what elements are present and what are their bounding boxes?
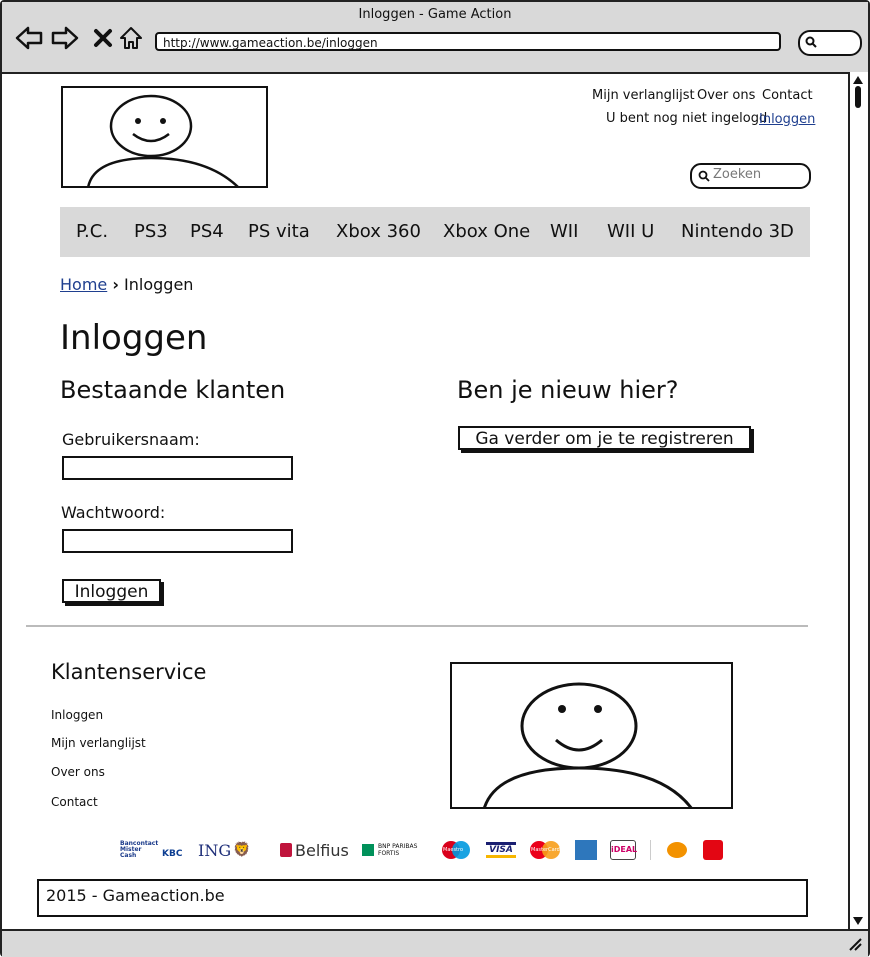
nav-item-nintendo-3d[interactable]: Nintendo 3D xyxy=(681,221,794,242)
username-input[interactable] xyxy=(62,456,293,480)
copyright-bar: 2015 - Gameaction.be xyxy=(37,879,808,917)
nav-item-pc[interactable]: P.C. xyxy=(76,221,108,242)
login-heading: Bestaande klanten xyxy=(60,376,286,404)
footer-image xyxy=(450,662,733,809)
bancontact-logo: Bancontact Mister Cash xyxy=(120,840,159,859)
footer-divider xyxy=(26,625,808,627)
top-link-contact[interactable]: Contact xyxy=(762,88,813,103)
password-input[interactable] xyxy=(62,529,293,553)
top-link-wishlist[interactable]: Mijn verlanglijst xyxy=(592,88,695,103)
search-icon xyxy=(805,36,817,48)
resize-grip-icon[interactable] xyxy=(848,937,862,951)
search-icon xyxy=(698,170,710,182)
back-icon[interactable] xyxy=(14,24,44,52)
nav-item-ps-vita[interactable]: PS vita xyxy=(248,221,310,242)
scroll-up-icon[interactable] xyxy=(853,76,863,84)
main-nav: P.C. PS3 PS4 PS vita Xbox 360 Xbox One W… xyxy=(60,207,810,257)
nav-item-wii[interactable]: WII xyxy=(550,221,578,242)
vertical-scrollbar[interactable] xyxy=(848,72,868,929)
payment-divider xyxy=(650,840,651,860)
belfius-logo: Belfius xyxy=(280,840,349,860)
maestro-logo: Maestro xyxy=(442,840,470,860)
nav-item-wii-u[interactable]: WII U xyxy=(607,221,654,242)
site-logo-image[interactable] xyxy=(61,86,268,188)
footer-heading: Klantenservice xyxy=(51,660,207,684)
footer-link-wishlist[interactable]: Mijn verlanglijst xyxy=(51,736,146,750)
stop-icon[interactable] xyxy=(88,24,118,52)
mastercard-logo: MasterCard xyxy=(530,840,560,860)
forward-icon[interactable] xyxy=(50,24,80,52)
breadcrumb-separator: › xyxy=(112,275,119,294)
nav-item-xbox-360[interactable]: Xbox 360 xyxy=(336,221,421,242)
footer-link-about[interactable]: Over ons xyxy=(51,765,105,779)
browser-chrome: Inloggen - Game Action http://www.gameac… xyxy=(2,2,868,74)
register-button[interactable]: Ga verder om je te registreren xyxy=(458,426,751,450)
postnl-logo xyxy=(667,840,687,860)
scroll-thumb[interactable] xyxy=(855,86,861,108)
nav-item-xbox-one[interactable]: Xbox One xyxy=(443,221,530,242)
breadcrumb: Home › Inloggen xyxy=(60,275,193,294)
ideal-logo: iDEAL xyxy=(610,840,637,860)
breadcrumb-current: Inloggen xyxy=(124,275,194,294)
nav-item-ps3[interactable]: PS3 xyxy=(134,221,168,242)
footer-link-contact[interactable]: Contact xyxy=(51,795,98,809)
ing-logo: ING 🦁 xyxy=(198,840,251,860)
address-bar[interactable]: http://www.gameaction.be/inloggen xyxy=(155,32,781,51)
username-label: Gebruikersnaam: xyxy=(62,430,200,449)
home-icon[interactable] xyxy=(116,24,146,52)
window-title: Inloggen - Game Action xyxy=(358,7,512,22)
header-login-link[interactable]: Inloggen xyxy=(759,112,815,127)
kiala-logo xyxy=(703,840,723,860)
page-title: Inloggen xyxy=(60,318,208,358)
kbc-logo: KBC xyxy=(162,849,183,859)
login-status-text: U bent nog niet ingelogd xyxy=(606,111,768,126)
login-submit-button[interactable]: Inloggen xyxy=(62,579,161,603)
copyright-text: 2015 - Gameaction.be xyxy=(46,886,225,905)
password-label: Wachtwoord: xyxy=(61,503,166,522)
status-bar xyxy=(2,929,868,957)
bnp-paribas-fortis-logo: BNP PARIBAS FORTIS xyxy=(362,840,424,860)
site-search-input[interactable]: Zoeken xyxy=(690,163,811,189)
visa-logo: VISA xyxy=(486,840,516,860)
browser-search-field[interactable] xyxy=(798,30,862,56)
breadcrumb-home[interactable]: Home xyxy=(60,275,107,294)
footer-link-login[interactable]: Inloggen xyxy=(51,708,103,722)
register-heading: Ben je nieuw hier? xyxy=(457,376,679,404)
amex-logo xyxy=(575,840,597,860)
search-placeholder: Zoeken xyxy=(713,167,762,182)
nav-item-ps4[interactable]: PS4 xyxy=(190,221,224,242)
top-link-about[interactable]: Over ons xyxy=(697,88,755,103)
scroll-down-icon[interactable] xyxy=(853,917,863,925)
